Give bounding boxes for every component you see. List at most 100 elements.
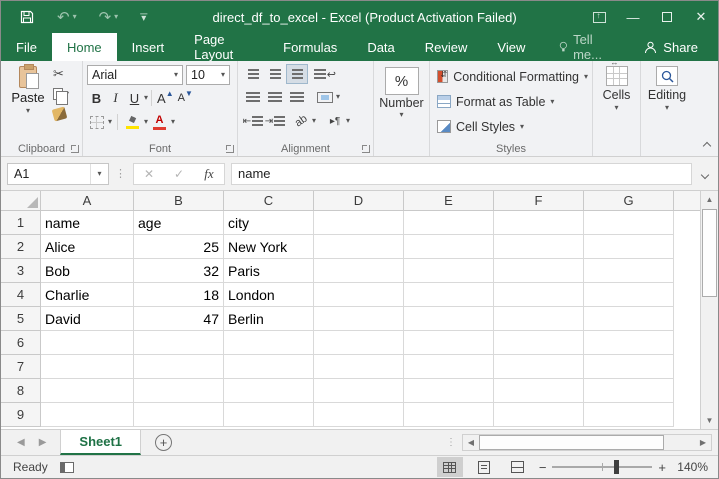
vertical-scroll-thumb[interactable] bbox=[702, 209, 717, 297]
paste-dropdown-icon[interactable]: ▾ bbox=[26, 107, 30, 115]
customize-quick-access-button[interactable]: ─▾ bbox=[140, 13, 147, 21]
previous-sheet-button[interactable]: ◀ bbox=[17, 437, 25, 448]
name-box[interactable]: A1 ▾ bbox=[7, 163, 109, 185]
format-as-table-button[interactable]: Format as Table ▾ bbox=[437, 89, 588, 114]
cell-B1[interactable]: age bbox=[134, 211, 224, 235]
undo-button[interactable]: ↶▾ bbox=[57, 10, 77, 25]
cell-G7[interactable] bbox=[584, 355, 674, 379]
cell-C9[interactable] bbox=[224, 403, 314, 427]
cell-C6[interactable] bbox=[224, 331, 314, 355]
cell-D2[interactable] bbox=[314, 235, 404, 259]
vertical-scrollbar[interactable]: ▲ ▼ bbox=[700, 191, 718, 429]
cell-E2[interactable] bbox=[404, 235, 494, 259]
cell-F3[interactable] bbox=[494, 259, 584, 283]
row-header-5[interactable]: 5 bbox=[1, 307, 41, 331]
cell-E8[interactable] bbox=[404, 379, 494, 403]
wrap-text-button[interactable]: ↩ bbox=[314, 64, 336, 84]
cell-C8[interactable] bbox=[224, 379, 314, 403]
cell-G2[interactable] bbox=[584, 235, 674, 259]
fill-color-dropdown-icon[interactable]: ▾ bbox=[144, 118, 148, 126]
alignment-dialog-launcher-icon[interactable] bbox=[362, 145, 370, 153]
tab-page-layout[interactable]: Page Layout bbox=[179, 33, 268, 61]
row-header-1[interactable]: 1 bbox=[1, 211, 41, 235]
decrease-font-button[interactable]: A▼ bbox=[176, 88, 195, 108]
new-sheet-button[interactable]: + bbox=[155, 434, 172, 451]
cell-G4[interactable] bbox=[584, 283, 674, 307]
increase-indent-button[interactable]: ⇥ bbox=[264, 111, 286, 131]
cell-G8[interactable] bbox=[584, 379, 674, 403]
scroll-up-icon[interactable]: ▲ bbox=[701, 191, 718, 208]
redo-button[interactable]: ↷▾ bbox=[99, 10, 119, 25]
cell-C5[interactable]: Berlin bbox=[224, 307, 314, 331]
cell-D9[interactable] bbox=[314, 403, 404, 427]
cell-B3[interactable]: 32 bbox=[134, 259, 224, 283]
number-format-button[interactable]: % Number ▾ bbox=[379, 64, 425, 140]
cell-B5[interactable]: 47 bbox=[134, 307, 224, 331]
tab-data[interactable]: Data bbox=[352, 33, 409, 61]
paste-button[interactable]: Paste ▾ bbox=[5, 64, 51, 140]
cell-A7[interactable] bbox=[41, 355, 134, 379]
decrease-indent-button[interactable]: ⇤ bbox=[242, 111, 264, 131]
underline-dropdown-icon[interactable]: ▾ bbox=[144, 94, 148, 102]
tab-view[interactable]: View bbox=[482, 33, 540, 61]
page-layout-view-button[interactable] bbox=[471, 457, 497, 477]
cell-A6[interactable] bbox=[41, 331, 134, 355]
copy-button[interactable]: ▾ bbox=[51, 84, 71, 104]
font-dialog-launcher-icon[interactable] bbox=[226, 145, 234, 153]
bold-button[interactable]: B bbox=[87, 88, 106, 108]
align-center-button[interactable] bbox=[264, 87, 286, 107]
cell-G6[interactable] bbox=[584, 331, 674, 355]
column-header-E[interactable]: E bbox=[404, 191, 494, 211]
cut-button[interactable]: ✂ bbox=[51, 64, 71, 84]
cell-D3[interactable] bbox=[314, 259, 404, 283]
tab-review[interactable]: Review bbox=[410, 33, 483, 61]
zoom-in-button[interactable]: + bbox=[658, 460, 666, 475]
cell-A9[interactable] bbox=[41, 403, 134, 427]
cell-A3[interactable]: Bob bbox=[41, 259, 134, 283]
next-sheet-button[interactable]: ▶ bbox=[39, 437, 47, 448]
cell-F8[interactable] bbox=[494, 379, 584, 403]
cell-B7[interactable] bbox=[134, 355, 224, 379]
cell-F5[interactable] bbox=[494, 307, 584, 331]
zoom-slider[interactable] bbox=[552, 466, 652, 468]
cell-styles-button[interactable]: Cell Styles ▾ bbox=[437, 114, 588, 139]
normal-view-button[interactable] bbox=[437, 457, 463, 477]
cell-E3[interactable] bbox=[404, 259, 494, 283]
minimize-button[interactable]: — bbox=[616, 1, 650, 33]
cell-B9[interactable] bbox=[134, 403, 224, 427]
cell-D1[interactable] bbox=[314, 211, 404, 235]
merge-center-button[interactable] bbox=[314, 87, 336, 107]
orientation-dropdown-icon[interactable]: ▾ bbox=[312, 117, 316, 125]
fill-color-button[interactable]: ◆ bbox=[123, 112, 142, 132]
scroll-down-icon[interactable]: ▼ bbox=[701, 412, 718, 429]
redo-dropdown-icon[interactable]: ▾ bbox=[114, 13, 118, 21]
cell-F4[interactable] bbox=[494, 283, 584, 307]
cancel-entry-button[interactable]: ✕ bbox=[134, 164, 164, 184]
underline-button[interactable]: U bbox=[125, 88, 144, 108]
scroll-right-icon[interactable]: ▶ bbox=[695, 435, 711, 450]
cell-G1[interactable] bbox=[584, 211, 674, 235]
share-button[interactable]: Share bbox=[629, 33, 718, 61]
save-button[interactable] bbox=[19, 9, 35, 25]
cell-A2[interactable]: Alice bbox=[41, 235, 134, 259]
cell-A4[interactable]: Charlie bbox=[41, 283, 134, 307]
cell-G3[interactable] bbox=[584, 259, 674, 283]
vertical-scroll-track[interactable] bbox=[701, 208, 718, 412]
horizontal-scroll-thumb[interactable] bbox=[479, 435, 664, 450]
tab-formulas[interactable]: Formulas bbox=[268, 33, 352, 61]
cell-D7[interactable] bbox=[314, 355, 404, 379]
cell-C7[interactable] bbox=[224, 355, 314, 379]
font-color-button[interactable]: A bbox=[150, 112, 169, 132]
cell-E7[interactable] bbox=[404, 355, 494, 379]
cell-D8[interactable] bbox=[314, 379, 404, 403]
merge-dropdown-icon[interactable]: ▾ bbox=[336, 93, 340, 101]
tell-me-box[interactable]: Tell me... bbox=[544, 33, 629, 61]
column-header-F[interactable]: F bbox=[494, 191, 584, 211]
column-header-G[interactable]: G bbox=[584, 191, 674, 211]
macro-record-icon[interactable] bbox=[60, 462, 74, 473]
cell-F7[interactable] bbox=[494, 355, 584, 379]
zoom-out-button[interactable]: − bbox=[539, 460, 547, 475]
row-header-2[interactable]: 2 bbox=[1, 235, 41, 259]
page-break-view-button[interactable] bbox=[505, 457, 531, 477]
cell-B2[interactable]: 25 bbox=[134, 235, 224, 259]
